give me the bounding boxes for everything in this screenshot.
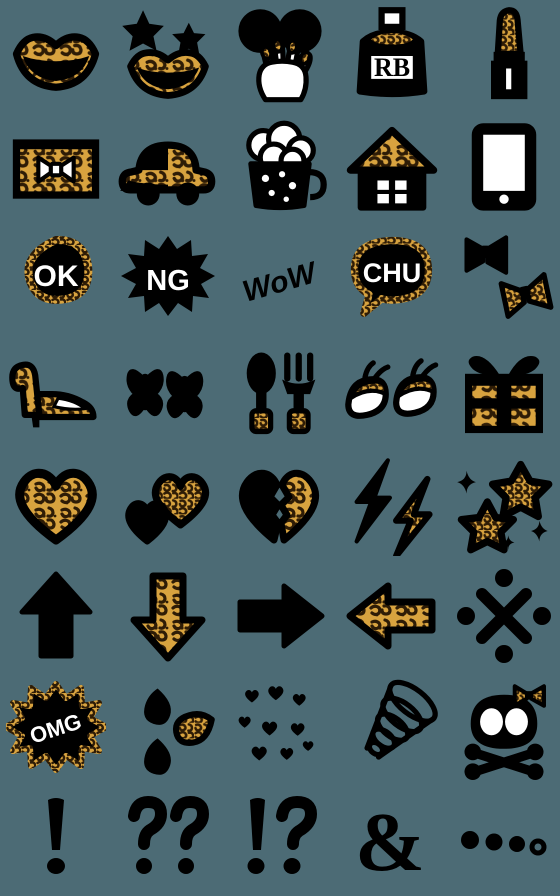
emoji-cell-perfume-bottle[interactable]: RB (336, 0, 448, 112)
emoji-cell-wow-text[interactable]: WoW (224, 224, 336, 336)
arrow-down-leopard-icon (130, 572, 206, 662)
emoji-cell-lightning-bolts-leopard[interactable] (336, 448, 448, 560)
tablet-device-icon (471, 123, 537, 211)
double-question-mark-icon: ?? (128, 795, 210, 874)
exclamation-mark-icon: ! (47, 798, 65, 874)
emoji-cell-ng-burst[interactable]: NG (112, 224, 224, 336)
emoji-cell-lipstick-leopard[interactable] (448, 0, 560, 112)
omg-burst-icon: OMG (6, 681, 106, 773)
lips-leopard-icon (12, 33, 100, 91)
emoji-cell-two-hearts-leopard[interactable] (112, 448, 224, 560)
car-leopard-icon (118, 141, 216, 206)
emoji-cell-beer-mug[interactable] (224, 112, 336, 224)
emoji-cell-arrow-up[interactable] (0, 560, 112, 672)
cross-dots-burst-icon (457, 569, 551, 663)
wow-text-label: WoW (239, 256, 322, 309)
ng-burst-text: NG (146, 265, 190, 297)
ng-burst-icon: NG (121, 236, 215, 316)
ok-badge-text: OK (34, 260, 79, 293)
emoji-cell-heart-leopard[interactable] (0, 448, 112, 560)
arrow-left-leopard-icon (346, 582, 436, 650)
emoji-cell-arrow-right[interactable] (224, 560, 336, 672)
emoji-cell-interrobang[interactable]: !? (224, 784, 336, 896)
ok-badge-icon: OK (24, 235, 93, 304)
ellipsis-dots-icon: ... (461, 831, 547, 856)
arrow-up-icon (19, 571, 93, 659)
emoji-cell-lips-leopard[interactable]: Leopard lips (0, 0, 112, 112)
ampersand-icon: & (355, 796, 425, 889)
heart-leopard-icon (15, 468, 97, 545)
lightning-bolts-leopard-icon (354, 458, 433, 556)
emoji-cell-hand-nails-leopard[interactable]: Hand with leopard nails (224, 0, 336, 112)
emoji-cell-skull-leopard-bow[interactable] (448, 672, 560, 784)
swirl-tornado-icon (364, 679, 438, 760)
high-heels-leopard-icon (9, 361, 97, 428)
emoji-cell-eyes-lashes-leopard[interactable] (336, 336, 448, 448)
emoji-sticker-sheet: Leopard lips Leopard lips with stars (0, 0, 560, 896)
broken-heart-leopard-icon (238, 469, 320, 544)
emoji-cell-cross-dots-burst[interactable] (448, 560, 560, 672)
emoji-cell-stars-sparkle-leopard[interactable] (448, 448, 560, 560)
emoji-cell-envelope-leopard-bow[interactable] (0, 112, 112, 224)
emoji-cell-car-leopard[interactable] (112, 112, 224, 224)
emoji-cell-scattered-hearts[interactable] (224, 672, 336, 784)
chu-speech-bubble-icon: CHU (350, 236, 433, 317)
arrow-right-icon (237, 583, 325, 649)
emoji-cell-arrow-left-leopard[interactable] (336, 560, 448, 672)
emoji-cell-tablet-device[interactable] (448, 112, 560, 224)
butterflies-icon (126, 369, 204, 419)
emoji-cell-ellipsis-dots[interactable]: ... (448, 784, 560, 896)
wow-text-icon: WoW (239, 256, 322, 309)
lips-stars-leopard-icon (122, 10, 209, 99)
envelope-leopard-bow-icon (12, 139, 100, 199)
emoji-cell-bow-ties[interactable] (448, 224, 560, 336)
emoji-cell-ampersand[interactable]: & (336, 784, 448, 896)
stars-sparkle-leopard-icon (457, 460, 553, 554)
emoji-cell-gift-box-leopard[interactable] (448, 336, 560, 448)
spoon-fork-leopard-icon (246, 352, 316, 435)
emoji-cell-ok-badge[interactable]: OK (0, 224, 112, 336)
emoji-cell-swirl-tornado[interactable] (336, 672, 448, 784)
emoji-cell-omg-burst[interactable]: OMG (0, 672, 112, 784)
emoji-cell-spoon-fork-leopard[interactable] (224, 336, 336, 448)
emoji-cell-high-heels-leopard[interactable] (0, 336, 112, 448)
sweat-drops-leopard-icon (144, 688, 215, 775)
interrobang-icon: !? (247, 795, 318, 874)
two-hearts-leopard-icon (125, 473, 210, 545)
emoji-cell-broken-heart-leopard[interactable] (224, 448, 336, 560)
emoji-cell-lips-stars-leopard[interactable]: Leopard lips with stars (112, 0, 224, 112)
chu-bubble-text: CHU (363, 258, 422, 288)
lipstick-leopard-icon (491, 7, 528, 100)
perfume-brand-text: RB (374, 53, 410, 82)
house-leopard-roof-icon (346, 126, 438, 211)
emoji-cell-sweat-drops-leopard[interactable] (112, 672, 224, 784)
skull-leopard-bow-icon (464, 684, 546, 780)
gift-box-leopard-icon (465, 356, 543, 434)
emoji-cell-house-leopard-roof[interactable] (336, 112, 448, 224)
emoji-cell-exclamation-mark[interactable]: ! (0, 784, 112, 896)
bow-ties-icon (464, 235, 554, 319)
scattered-hearts-icon (238, 686, 314, 761)
hand-nails-leopard-icon (238, 9, 322, 103)
emoji-cell-butterflies[interactable] (112, 336, 224, 448)
perfume-bottle-icon: RB (356, 7, 428, 98)
emoji-cell-arrow-down-leopard[interactable] (112, 560, 224, 672)
beer-mug-icon (246, 120, 327, 211)
ampersand-text: & (355, 796, 425, 889)
eyes-lashes-leopard-icon (345, 358, 439, 419)
emoji-cell-double-question-mark[interactable]: ?? (112, 784, 224, 896)
emoji-cell-chu-speech-bubble[interactable]: CHU (336, 224, 448, 336)
